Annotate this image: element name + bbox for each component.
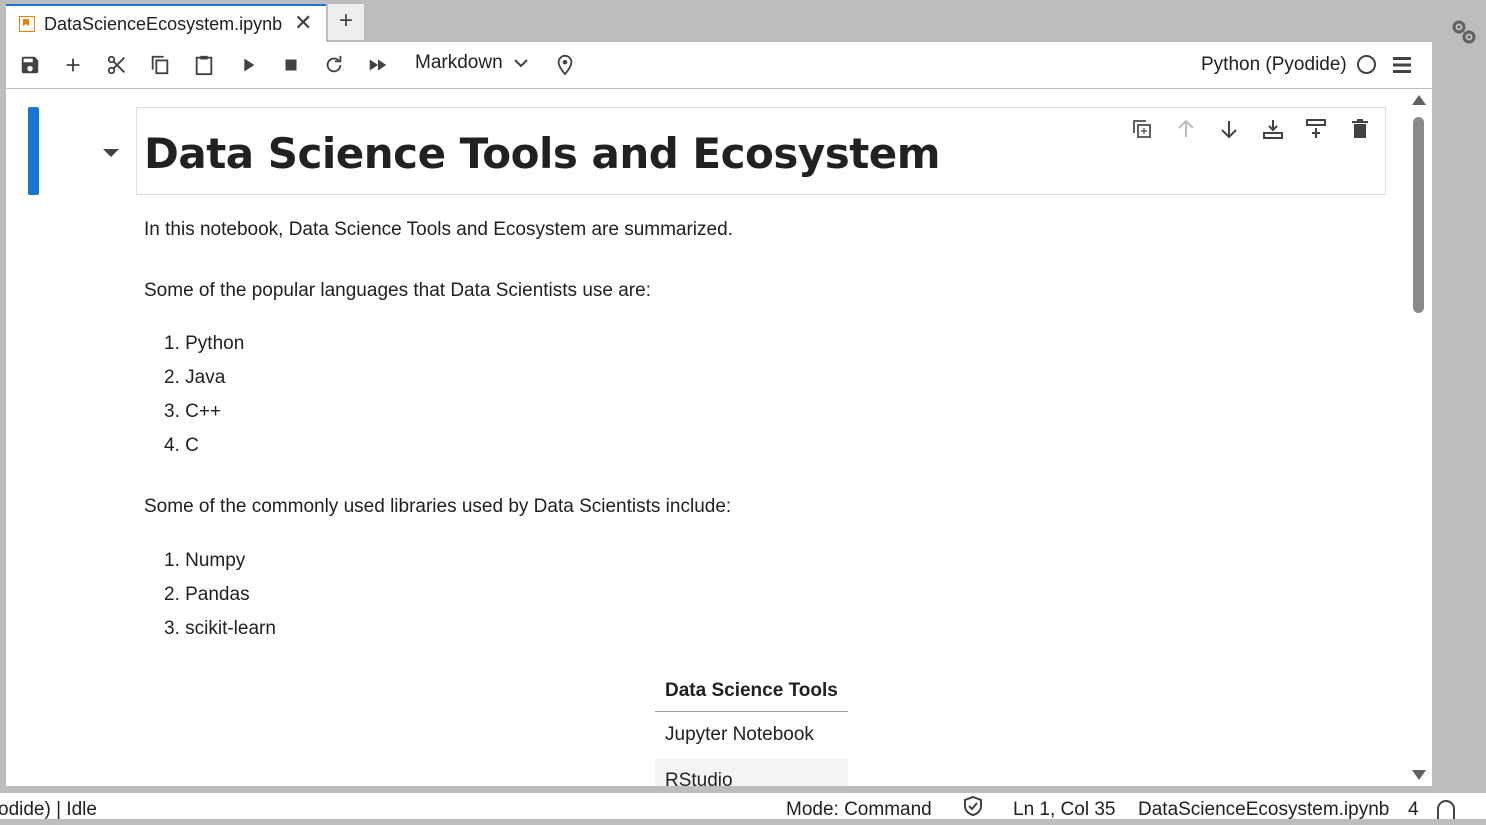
notebook-content: Data Science Tools and Ecosystem In this… [6, 89, 1432, 786]
list-item: 1. Python [164, 333, 245, 354]
tab-bar: DataScienceEcosystem.ipynb ✕ + [0, 0, 1438, 42]
insert-above-icon[interactable] [1261, 117, 1285, 141]
fast-forward-icon[interactable] [367, 54, 389, 76]
chevron-down-icon [514, 52, 528, 74]
new-tab-button[interactable]: + [328, 4, 364, 40]
cell-type-label: Markdown [415, 52, 503, 74]
restart-icon[interactable] [323, 54, 345, 76]
active-cell-indicator[interactable] [28, 107, 39, 195]
move-down-icon[interactable] [1217, 117, 1241, 141]
notification-count[interactable]: 4 [1408, 799, 1419, 821]
paste-icon[interactable] [193, 54, 215, 76]
table-header: Data Science Tools [655, 671, 848, 712]
notebook-toolbar: Markdown Python (Pyodide) [6, 42, 1432, 89]
stop-icon[interactable] [280, 54, 302, 76]
page-title: Data Science Tools and Ecosystem [144, 129, 941, 178]
collapse-caret-icon[interactable] [103, 149, 119, 157]
scroll-up-icon[interactable] [1412, 95, 1426, 105]
table-row: Jupyter Notebook [665, 724, 814, 745]
scrollbar-thumb[interactable] [1413, 117, 1424, 313]
kernel-status-icon [1357, 55, 1376, 74]
libraries-list: 1. Numpy 2. Pandas 3. scikit-learn [164, 544, 276, 646]
settings-gear-icon[interactable] [1450, 18, 1478, 46]
languages-intro: Some of the popular languages that Data … [144, 280, 651, 301]
delete-cell-icon[interactable] [1348, 117, 1372, 141]
tab-title: DataScienceEcosystem.ipynb [44, 14, 283, 34]
tools-table: Data Science Tools Jupyter Notebook RStu… [655, 671, 848, 786]
menu-icon[interactable] [1391, 54, 1413, 76]
bell-icon[interactable] [1434, 797, 1458, 825]
cut-icon[interactable] [106, 54, 128, 76]
libraries-intro: Some of the commonly used libraries used… [144, 496, 732, 517]
cursor-position[interactable]: Ln 1, Col 35 [1013, 799, 1115, 821]
notebook-icon [19, 16, 35, 32]
copy-icon[interactable] [149, 54, 171, 76]
close-icon[interactable]: ✕ [294, 11, 312, 36]
location-pin-icon[interactable] [554, 54, 576, 76]
notebook-panel: Markdown Python (Pyodide) Data Science T… [6, 42, 1432, 786]
duplicate-cell-icon[interactable] [1130, 117, 1154, 141]
move-up-icon[interactable] [1174, 117, 1198, 141]
intro-text: In this notebook, Data Science Tools and… [144, 219, 733, 240]
save-icon[interactable] [19, 54, 41, 76]
cell-type-select[interactable]: Markdown [415, 52, 528, 74]
list-item: 2. Pandas [164, 584, 250, 605]
list-item: 1. Numpy [164, 550, 246, 571]
languages-list: 1. Python 2. Java 3. C++ 4. C [164, 327, 244, 463]
list-item: 2. Java [164, 367, 226, 388]
table-row: RStudio [655, 758, 848, 786]
status-bar: odide) | Idle Mode: Command Ln 1, Col 35… [0, 793, 1486, 821]
list-item: 3. C++ [164, 401, 222, 422]
run-icon[interactable] [237, 54, 259, 76]
kernel-state[interactable]: odide) | Idle [0, 799, 97, 821]
scroll-down-icon[interactable] [1412, 770, 1426, 780]
mode-indicator: Mode: Command [786, 799, 932, 820]
list-item: 3. scikit-learn [164, 618, 276, 639]
list-item: 4. C [164, 435, 199, 456]
kernel-name[interactable]: Python (Pyodide) [1201, 54, 1347, 76]
status-filename: DataScienceEcosystem.ipynb [1138, 799, 1390, 820]
add-cell-icon[interactable] [62, 54, 84, 76]
tab-notebook[interactable]: DataScienceEcosystem.ipynb ✕ [6, 4, 326, 42]
scrollbar[interactable] [1409, 89, 1429, 786]
insert-below-icon[interactable] [1304, 117, 1328, 141]
